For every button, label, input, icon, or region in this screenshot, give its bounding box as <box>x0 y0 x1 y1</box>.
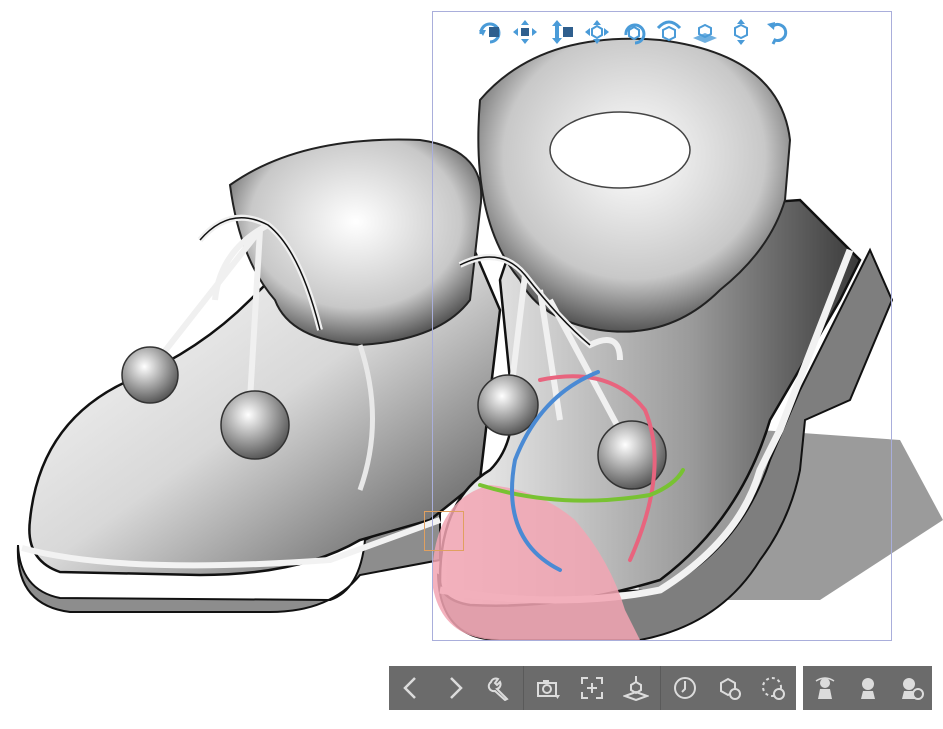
right-boot-opening <box>549 111 691 189</box>
ground-snap-icon[interactable] <box>614 666 658 710</box>
object-control-toolbar <box>389 666 796 710</box>
hand-pose-icon[interactable] <box>803 666 846 710</box>
camera-angle-icon[interactable] <box>526 666 570 710</box>
object-rotate-icon[interactable] <box>616 16 649 49</box>
next-icon[interactable] <box>433 666 477 710</box>
camera-pan-icon[interactable] <box>508 16 541 49</box>
reset-icon[interactable] <box>760 16 793 49</box>
toolbar-separator <box>523 666 524 710</box>
previous-icon[interactable] <box>389 666 433 710</box>
right-boot-pompom-1 <box>477 374 539 436</box>
object-list-icon[interactable] <box>707 666 751 710</box>
left-boot-pompom-2 <box>220 390 290 460</box>
camera-rotate-icon[interactable] <box>472 16 505 49</box>
model-toolbar <box>803 666 932 710</box>
settings-wrench-icon[interactable] <box>477 666 521 710</box>
pivot-marker[interactable] <box>424 511 464 551</box>
body-model-icon[interactable] <box>889 666 932 710</box>
fit-to-view-icon[interactable] <box>570 666 614 710</box>
3d-viewport[interactable] <box>0 0 943 729</box>
object-move-icon[interactable] <box>580 16 613 49</box>
camera-dolly-icon[interactable] <box>544 16 577 49</box>
object-move-plane-icon[interactable] <box>688 16 721 49</box>
left-boot-pompom-1 <box>121 346 179 404</box>
head-model-icon[interactable] <box>846 666 889 710</box>
pose-icon[interactable] <box>663 666 707 710</box>
object-scale-icon[interactable] <box>724 16 757 49</box>
animation-icon[interactable] <box>751 666 795 710</box>
object-rotate-axis-icon[interactable] <box>652 16 685 49</box>
toolbar-separator <box>660 666 661 710</box>
object-launcher-toolbar <box>472 14 793 50</box>
